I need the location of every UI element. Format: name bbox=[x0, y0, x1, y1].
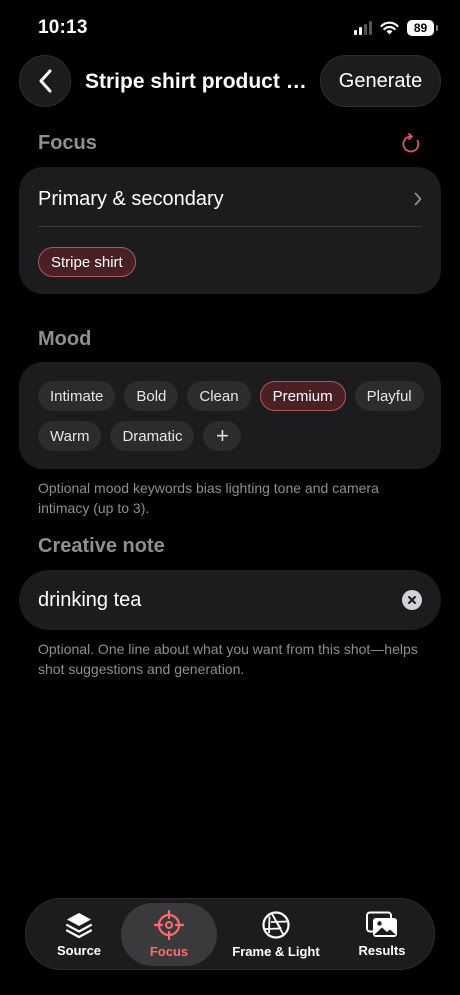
mood-chip-warm[interactable]: Warm bbox=[38, 421, 102, 451]
tab-source-label: Source bbox=[56, 943, 102, 958]
mood-section-title: Mood bbox=[38, 328, 92, 350]
layers-icon bbox=[65, 913, 93, 939]
status-bar: 10:13 89 bbox=[0, 0, 460, 58]
add-mood-button[interactable]: + bbox=[203, 421, 242, 451]
photos-icon bbox=[366, 911, 397, 937]
generate-button[interactable]: Generate bbox=[320, 55, 441, 107]
mood-chip-grid: Intimate Bold Clean Premium Playful Warm… bbox=[38, 381, 428, 451]
tab-bar: Source Focus Frame & Light Results bbox=[25, 898, 435, 970]
clear-button[interactable] bbox=[402, 590, 422, 610]
aperture-icon bbox=[262, 911, 290, 939]
close-icon bbox=[408, 596, 416, 604]
mood-chip-clean[interactable]: Clean bbox=[187, 381, 251, 411]
back-button[interactable] bbox=[19, 55, 71, 107]
chevron-left-icon bbox=[39, 69, 52, 93]
focus-subject-chip[interactable]: Stripe shirt bbox=[38, 247, 136, 277]
chevron-right-icon bbox=[414, 192, 422, 206]
tab-results[interactable]: Results bbox=[340, 903, 424, 966]
focus-section-title: Focus bbox=[38, 132, 97, 154]
tab-focus[interactable]: Focus bbox=[121, 903, 217, 966]
tab-source[interactable]: Source bbox=[37, 903, 121, 966]
battery-icon: 89 bbox=[407, 20, 438, 36]
tab-frame-light-label: Frame & Light bbox=[232, 944, 320, 959]
refresh-icon[interactable] bbox=[400, 133, 422, 155]
creative-note-input[interactable]: drinking tea bbox=[19, 570, 441, 630]
creative-note-helper-text: Optional. One line about what you want f… bbox=[38, 641, 418, 677]
creative-note-title: Creative note bbox=[38, 535, 165, 557]
crosshair-icon bbox=[154, 910, 184, 940]
wifi-icon bbox=[380, 21, 399, 35]
focus-card: Primary & secondary Stripe shirt bbox=[19, 167, 441, 294]
tab-frame-light[interactable]: Frame & Light bbox=[221, 903, 331, 966]
mood-chip-premium[interactable]: Premium bbox=[259, 381, 346, 411]
mood-chip-dramatic[interactable]: Dramatic bbox=[110, 421, 195, 451]
mood-helper-text: Optional mood keywords bias lighting ton… bbox=[38, 480, 379, 516]
cellular-signal-icon bbox=[354, 21, 372, 35]
status-icons: 89 bbox=[354, 20, 438, 36]
mood-chip-bold[interactable]: Bold bbox=[124, 381, 179, 411]
tab-focus-label: Focus bbox=[149, 944, 189, 959]
focus-mode-row[interactable]: Primary & secondary bbox=[38, 185, 422, 213]
mood-chip-playful[interactable]: Playful bbox=[354, 381, 424, 411]
mood-card: Intimate Bold Clean Premium Playful Warm… bbox=[19, 362, 441, 469]
divider bbox=[38, 226, 422, 227]
page-title: Stripe shirt product S... bbox=[85, 70, 307, 93]
focus-mode-label: Primary & secondary bbox=[38, 187, 224, 210]
mood-chip-intimate[interactable]: Intimate bbox=[38, 381, 116, 411]
tab-results-label: Results bbox=[358, 943, 406, 958]
creative-note-value[interactable]: drinking tea bbox=[38, 589, 402, 612]
status-time: 10:13 bbox=[38, 17, 88, 38]
